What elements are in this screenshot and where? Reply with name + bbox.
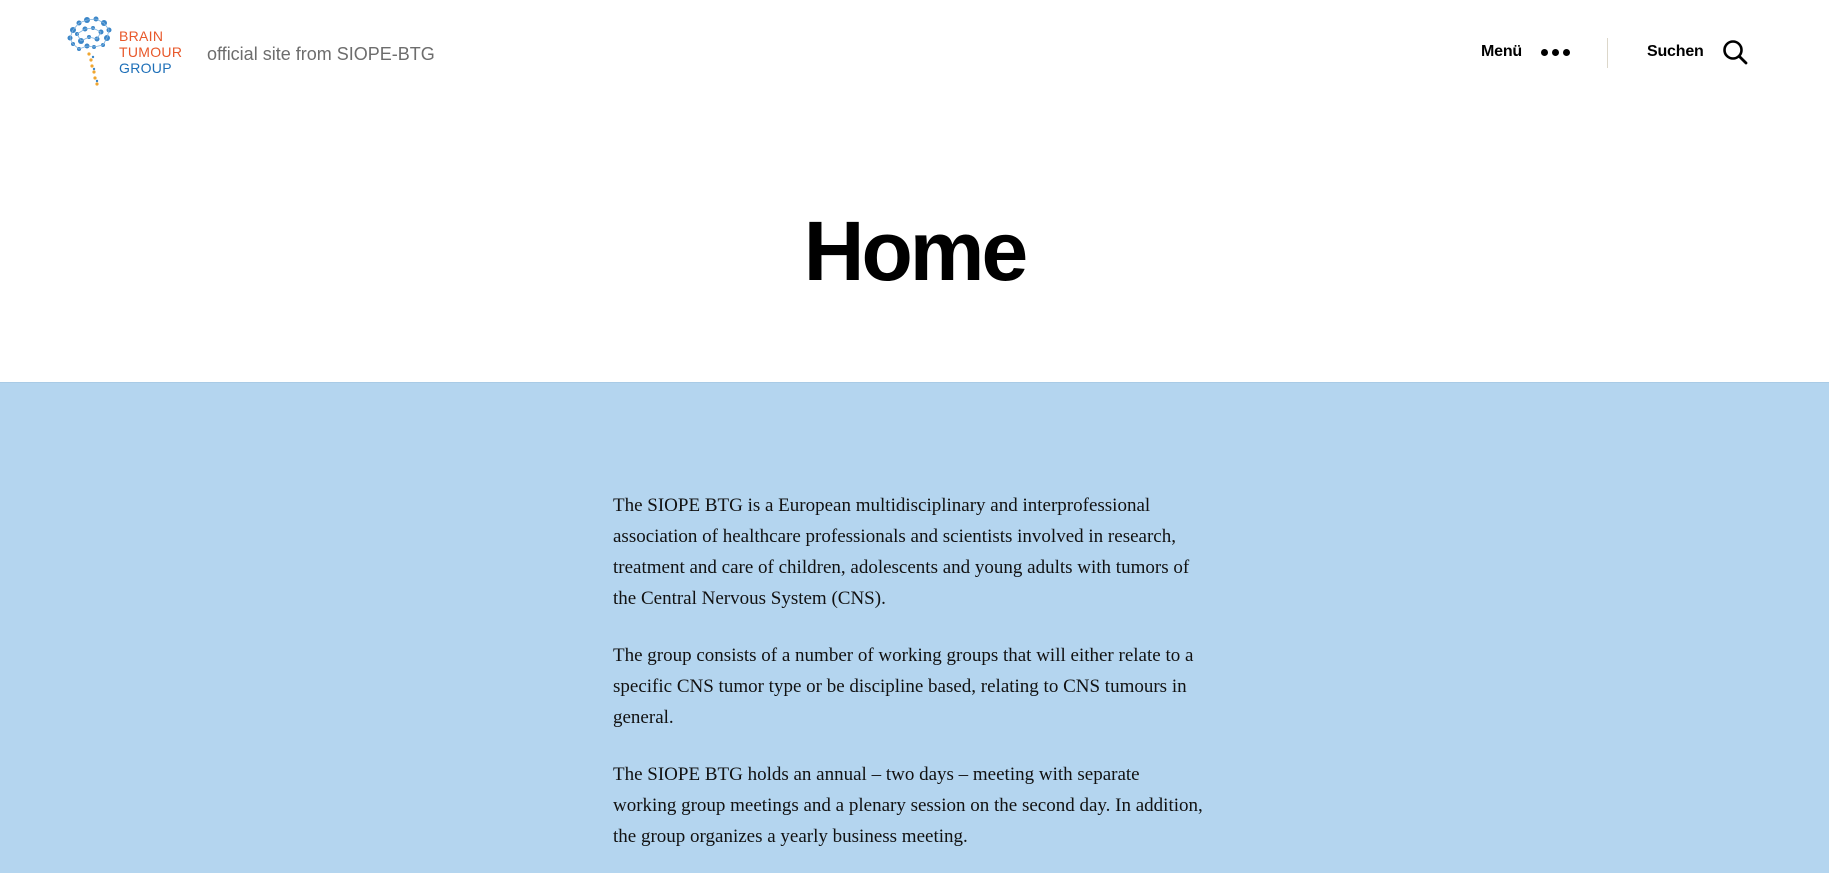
header-divider: [1607, 38, 1608, 68]
site-header: BRAIN TUMOUR GROUP official site from SI…: [0, 0, 1829, 110]
paragraph-meetings: The SIOPE BTG holds an annual – two days…: [613, 764, 1203, 847]
page-header: Home: [0, 110, 1829, 382]
logo-line-group: GROUP: [119, 60, 172, 76]
menu-label: Menü: [1481, 43, 1522, 60]
paragraph-intro: The SIOPE BTG is a European multidiscipl…: [613, 495, 1190, 609]
logo-line-tumour: TUMOUR: [119, 44, 183, 60]
page-content: The SIOPE BTG is a European multidiscipl…: [0, 382, 1829, 873]
logo-line-brain: BRAIN: [119, 28, 164, 44]
search-label: Suchen: [1647, 43, 1704, 60]
paragraph-working-groups: The group consists of a number of workin…: [613, 645, 1194, 728]
menu-button[interactable]: Menü: [1481, 40, 1570, 64]
search-icon: [1722, 40, 1747, 65]
brain-network-logo-icon: [67, 16, 112, 86]
page-title: Home: [803, 204, 1028, 298]
logo-wordmark: BRAIN TUMOUR GROUP: [119, 28, 182, 76]
entry-content: The SIOPE BTG is a European multidiscipl…: [613, 490, 1203, 878]
more-horizontal-icon: [1540, 48, 1570, 56]
site-tagline: official site from SIOPE-BTG: [207, 44, 435, 64]
search-button[interactable]: Suchen: [1647, 38, 1748, 66]
site-logo[interactable]: BRAIN TUMOUR GROUP: [67, 16, 182, 90]
